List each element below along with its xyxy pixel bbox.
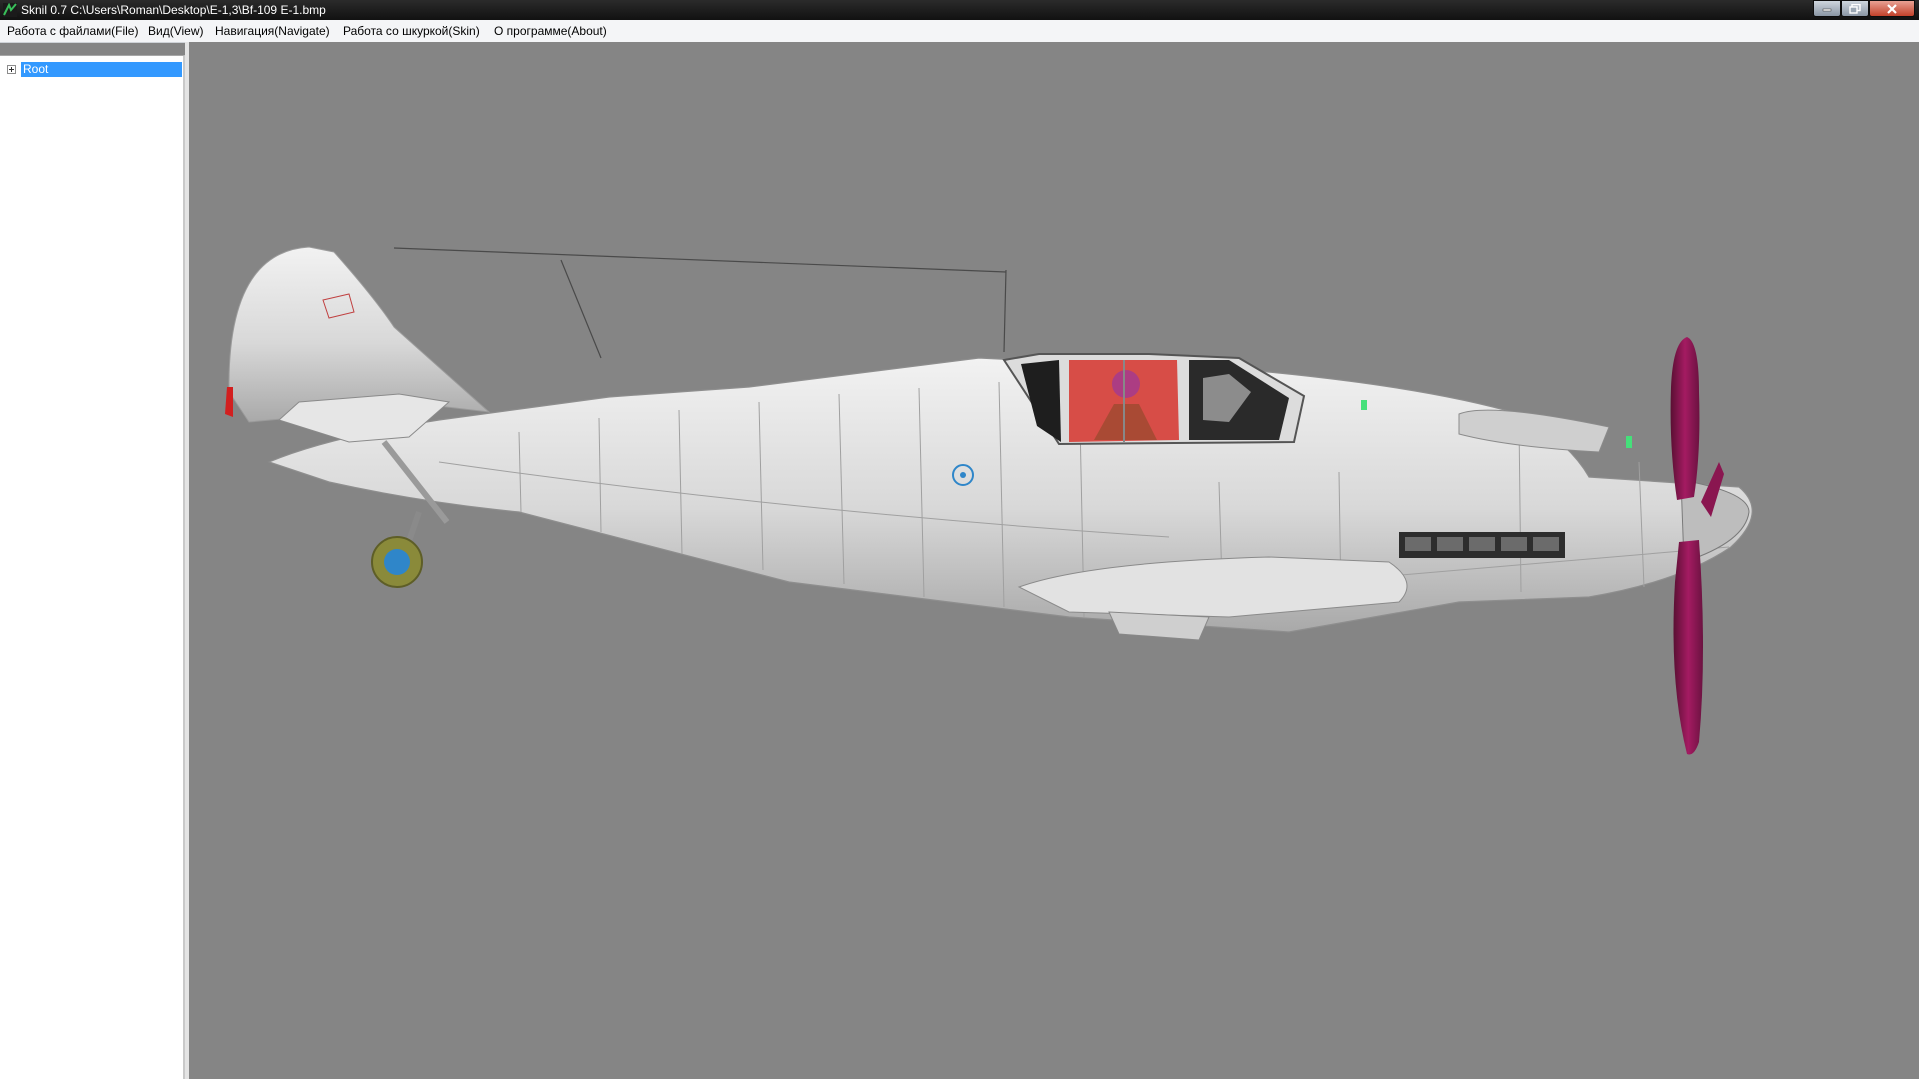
- status-light: [1361, 400, 1367, 410]
- aircraft-model: [225, 246, 1753, 755]
- menu-about[interactable]: О программе(About): [494, 24, 607, 38]
- tree-root-node[interactable]: Root: [21, 62, 182, 77]
- close-icon: [1887, 3, 1897, 14]
- wing-radiator: [1108, 611, 1210, 641]
- menu-navigate[interactable]: Навигация(Navigate): [215, 24, 330, 38]
- close-button[interactable]: [1869, 0, 1915, 17]
- app-icon: [3, 2, 17, 17]
- cockpit-canopy: [1002, 353, 1306, 446]
- 3d-viewport[interactable]: [189, 42, 1919, 1079]
- maximize-button[interactable]: [1841, 0, 1869, 17]
- menu-skin[interactable]: Работа со шкуркой(Skin): [343, 24, 480, 38]
- menu-bar: Работа с файлами(File) Вид(View) Навигац…: [0, 20, 1919, 43]
- tree-panel[interactable]: Root: [0, 55, 185, 1079]
- menu-file[interactable]: Работа с файлами(File): [7, 24, 138, 38]
- exhaust-stacks: [1399, 532, 1565, 558]
- title-bar[interactable]: Sknil 0.7 C:\Users\Roman\Desktop\E-1,3\B…: [0, 0, 1919, 20]
- minimize-icon: [1822, 8, 1832, 11]
- menu-view[interactable]: Вид(View): [148, 24, 204, 38]
- tree-expand-icon[interactable]: [7, 65, 16, 74]
- status-light: [1626, 436, 1632, 448]
- propeller-lower-blade: [1673, 540, 1703, 755]
- tail-wheel: [371, 511, 423, 588]
- tail-fin: [228, 246, 491, 423]
- propeller-upper-blade: [1670, 337, 1700, 500]
- rudder-marking: [225, 387, 233, 417]
- antenna-wire: [393, 247, 1007, 359]
- fuselage: [267, 357, 1753, 633]
- minimize-button[interactable]: [1813, 0, 1841, 17]
- maximize-icon: [1849, 3, 1861, 14]
- window-title: Sknil 0.7 C:\Users\Roman\Desktop\E-1,3\B…: [21, 3, 326, 17]
